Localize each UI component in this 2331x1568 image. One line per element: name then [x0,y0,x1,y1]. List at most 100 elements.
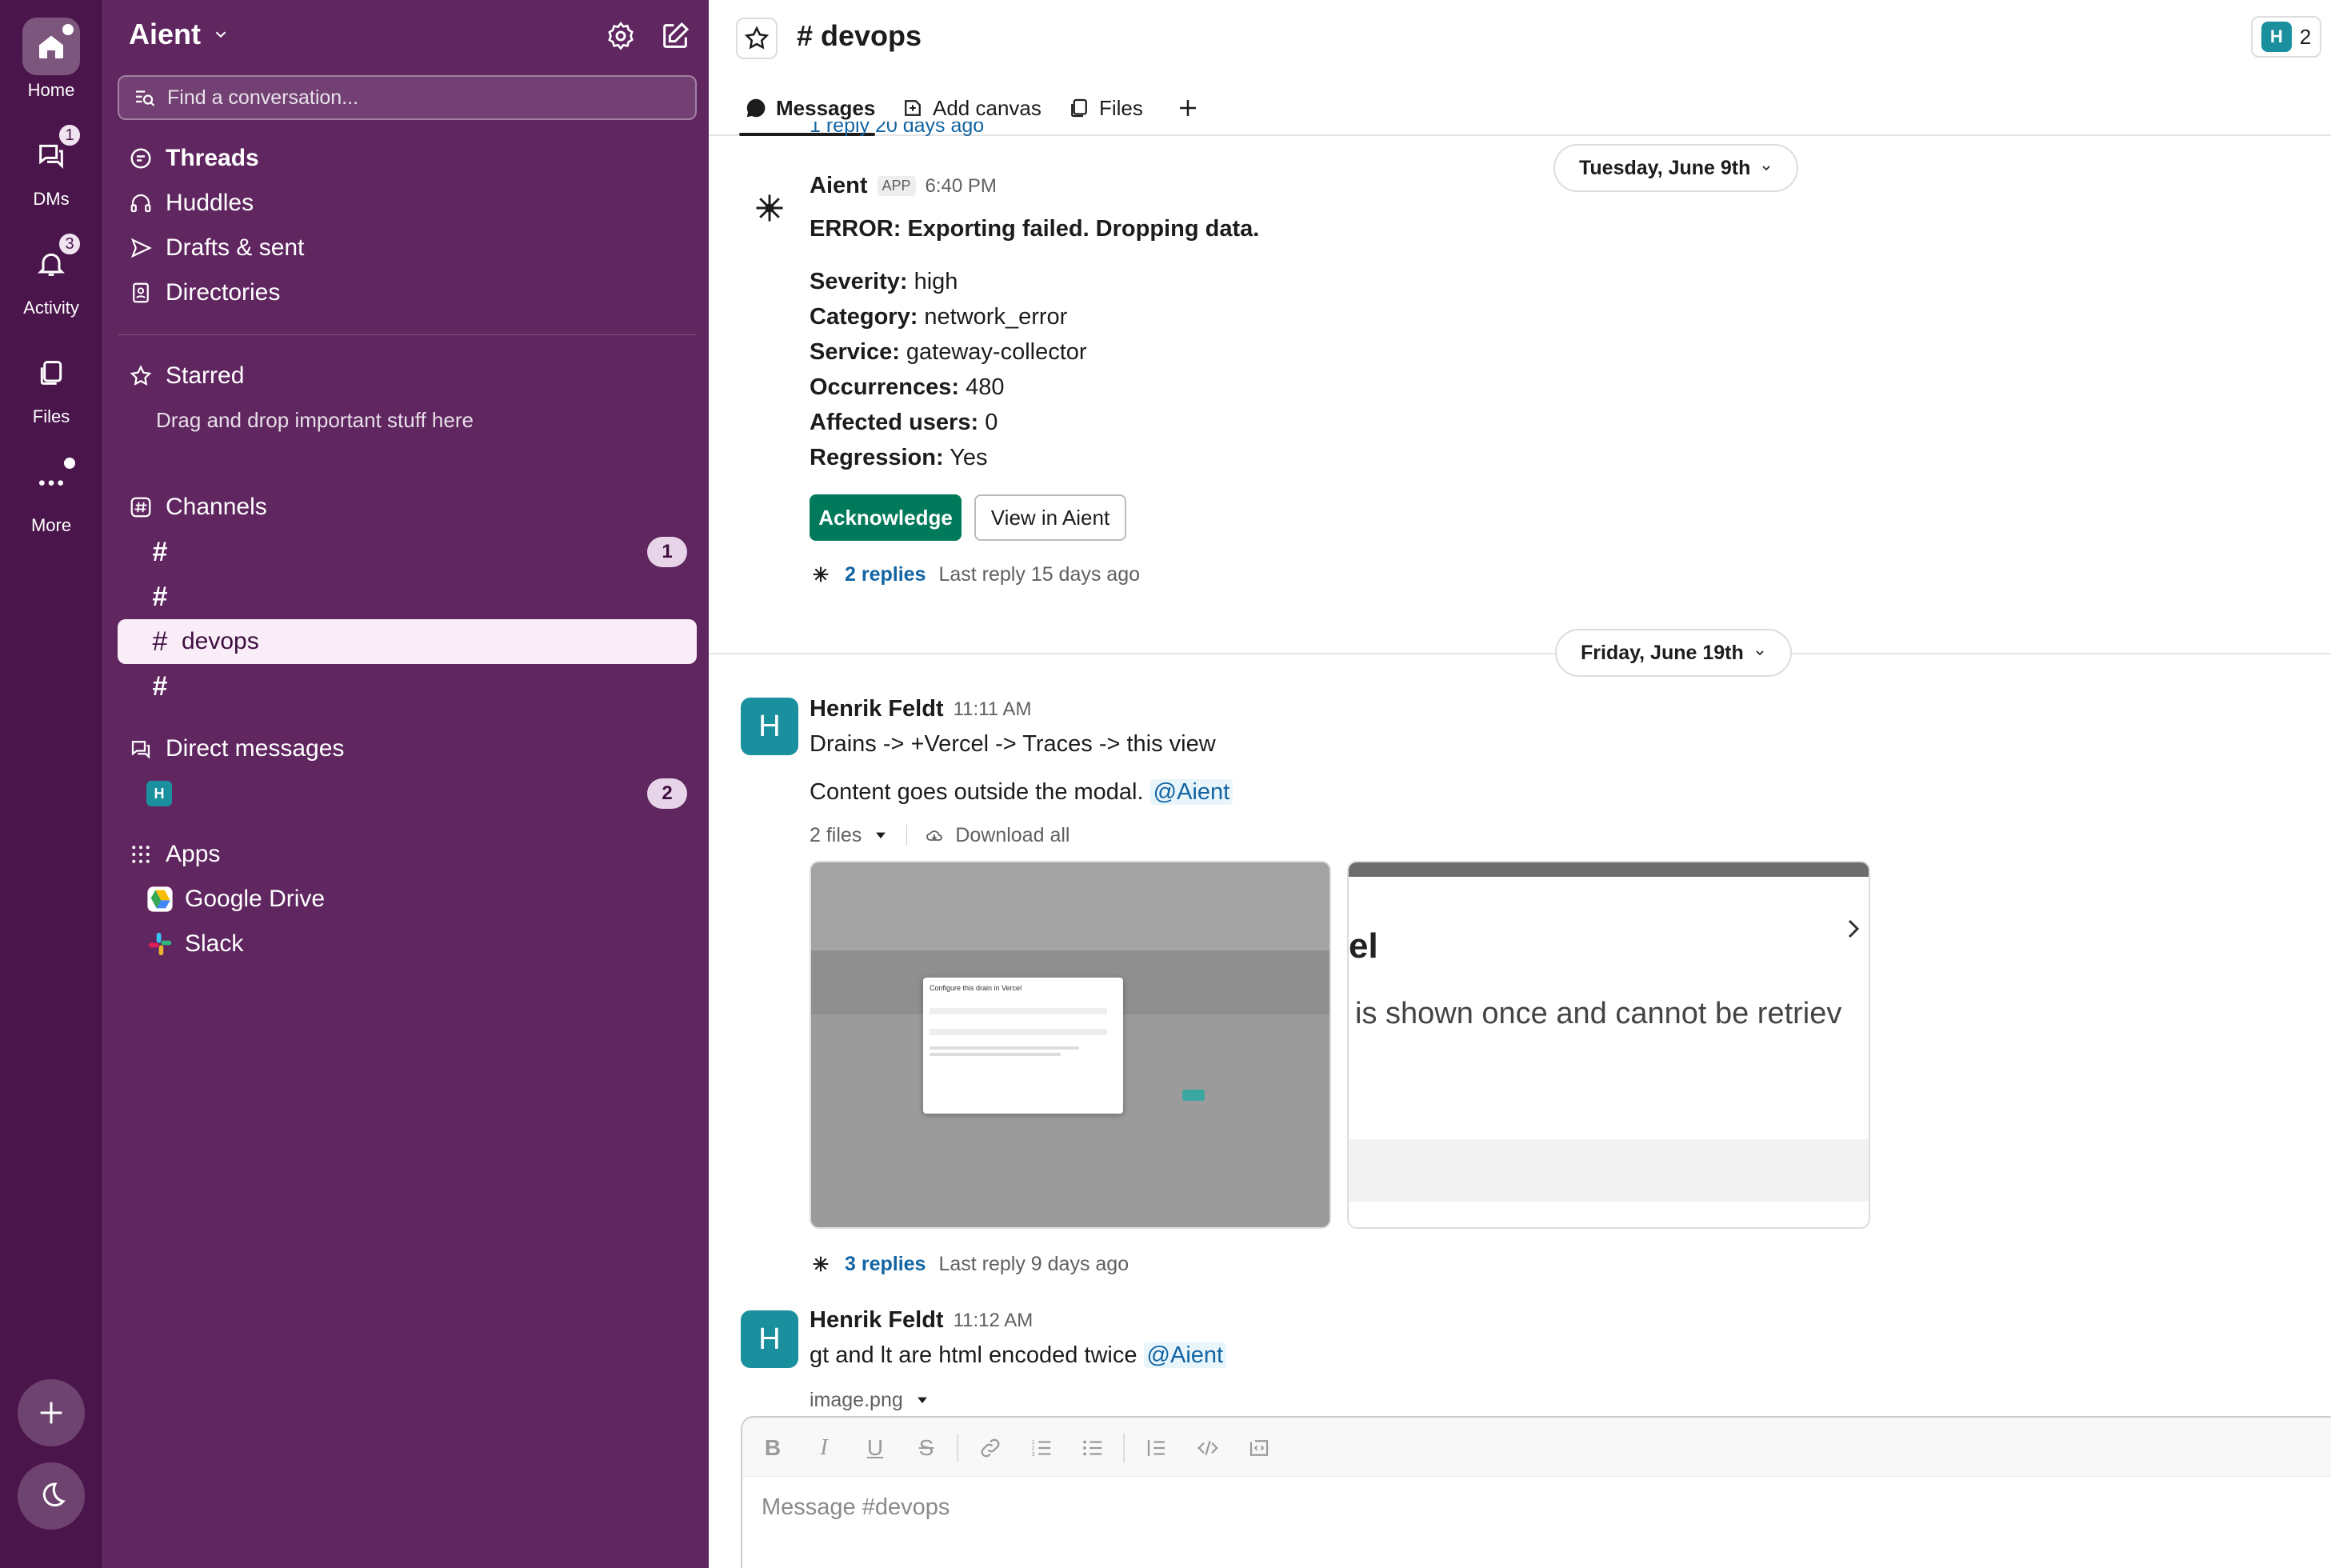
tab-add-canvas[interactable]: Add canvas [901,91,1042,125]
ordered-list-icon[interactable]: 123 [1026,1432,1058,1464]
blockquote-icon[interactable] [1141,1432,1173,1464]
sidebar-app-google-drive[interactable]: Google Drive [118,877,697,922]
moon-icon [42,1482,66,1507]
strikethrough-icon[interactable]: S [910,1432,942,1464]
star-channel-button[interactable] [736,18,778,59]
slack-logo-icon [146,930,174,958]
alert-field: Category: network_error [810,304,1068,330]
message-author[interactable]: Henrik Feldt 11:11 AM [810,696,1031,722]
sidebar-section-channels[interactable]: Channels [118,485,697,530]
code-block-icon[interactable] [1243,1432,1275,1464]
channel-name: devops [182,628,259,654]
reply-count[interactable]: 2 replies [845,563,926,586]
message-composer: B I U S 123 Message #devops [741,1416,2331,1568]
compose-icon [663,22,690,48]
message-timestamp[interactable]: 11:12 AM [954,1310,1034,1332]
plus-icon [1180,100,1196,116]
sidebar-item-drafts[interactable]: Drafts & sent [118,226,697,270]
caret-down-icon[interactable] [873,827,889,843]
rail-more[interactable]: More [0,453,102,536]
workspace-rail: Home 1 DMs 3 Activity Files More [0,0,102,1568]
page-title[interactable]: # devops [797,19,922,53]
mention-link[interactable]: @Aient [1143,1342,1227,1368]
sidebar-section-starred[interactable]: Starred [118,354,697,398]
mention-link[interactable]: @Aient [1150,779,1233,805]
underline-icon[interactable]: U [859,1432,891,1464]
files-icon [22,344,80,402]
chevron-down-icon [1762,166,1770,171]
canvas-icon [905,100,921,116]
message-timestamp[interactable]: 11:11 AM [954,698,1032,721]
acknowledge-button[interactable]: Acknowledge [810,494,962,541]
rail-activity[interactable]: 3 Activity [0,232,102,318]
image-attachment[interactable]: Configure this drain in Vercel [810,861,1331,1229]
cloud-download-icon [926,830,943,841]
sidebar-item-huddles[interactable]: Huddles [118,181,697,226]
create-button[interactable] [18,1379,85,1446]
thread-replies-row[interactable]: 3 replies Last reply 9 days ago [810,1248,1129,1280]
sidebar-channel[interactable]: # [118,664,697,709]
conversation-search[interactable]: Find a conversation... [118,75,697,120]
date-divider-button[interactable]: Tuesday, June 9th [1553,144,1799,192]
directory-icon [127,279,154,306]
alert-title: ERROR: Exporting failed. Dropping data. [810,216,1260,242]
rail-dms[interactable]: 1 DMs [0,123,102,210]
date-divider-button[interactable]: Friday, June 19th [1555,629,1792,677]
sidebar-channel[interactable]: # [118,574,697,619]
view-in-aient-button[interactable]: View in Aient [974,494,1126,541]
sidebar-item-label: Drafts & sent [166,234,305,261]
aient-logo-icon [756,194,783,222]
channel-view: # devops H 2 Messages Add canvas Files 1… [709,0,2331,1568]
message-timestamp[interactable]: 6:40 PM [926,175,997,198]
dm-unread-badge: 2 [647,778,687,809]
separator [906,825,908,846]
formatting-toolbar: B I U S 123 [742,1418,2331,1477]
sidebar-section-dms[interactable]: Direct messages [118,726,697,771]
sidebar-channel[interactable]: # 1 [118,530,697,574]
chevron-down-icon [215,31,226,38]
avatar[interactable]: H [741,698,798,755]
avatar[interactable]: H [741,1310,798,1368]
message-author[interactable]: Henrik Feldt 11:12 AM [810,1307,1033,1334]
tab-files[interactable]: Files [1067,91,1143,125]
files-toggle[interactable]: 2 files [810,824,862,847]
image-attachment[interactable]: el is shown once and cannot be retriev [1347,861,1870,1229]
settings-button[interactable] [602,18,639,54]
rail-home[interactable]: Home [0,18,102,101]
sidebar-channel-devops[interactable]: # devops [118,619,697,664]
members-button[interactable]: H 2 [2251,16,2321,58]
code-icon[interactable] [1192,1432,1224,1464]
app-name: Google Drive [185,886,326,912]
theme-toggle-button[interactable] [18,1462,85,1530]
caret-down-icon[interactable] [914,1392,930,1408]
sidebar-dm-item[interactable]: H 2 [118,771,697,816]
starred-hint: Drag and drop important stuff here [156,408,474,432]
sidebar-section-apps[interactable]: Apps [118,832,697,877]
app-avatar[interactable] [747,186,792,230]
sidebar-app-slack[interactable]: Slack [118,922,697,966]
date-label: Friday, June 19th [1581,641,1744,664]
reply-count[interactable]: 3 replies [845,1253,926,1276]
thread-replies-row[interactable]: 2 replies Last reply 15 days ago [810,558,1140,590]
sidebar-item-threads[interactable]: Threads [118,136,697,181]
message-author[interactable]: Aient APP 6:40 PM [810,173,997,199]
sidebar-item-directories[interactable]: Directories [118,270,697,315]
message-text: Content goes outside the modal. @Aient [810,779,1233,806]
tab-messages[interactable]: Messages [744,91,875,125]
rail-files[interactable]: Files [0,344,102,427]
message-input[interactable]: Message #devops [762,1494,950,1521]
link-icon[interactable] [974,1432,1006,1464]
italic-icon[interactable]: I [808,1432,840,1464]
chevron-down-icon [1756,650,1764,656]
file-name[interactable]: image.png [810,1389,903,1412]
dms-badge: 1 [58,123,82,147]
bold-icon[interactable]: B [757,1432,789,1464]
add-tab-button[interactable] [1176,91,1200,125]
download-all-link[interactable]: Download all [955,824,1070,847]
compose-button[interactable] [657,18,694,54]
section-label: Apps [166,841,221,867]
tab-label: Add canvas [933,95,1042,120]
aient-logo-icon [813,1256,829,1272]
workspace-switcher[interactable]: Aient [129,18,230,51]
bullet-list-icon[interactable] [1077,1432,1109,1464]
